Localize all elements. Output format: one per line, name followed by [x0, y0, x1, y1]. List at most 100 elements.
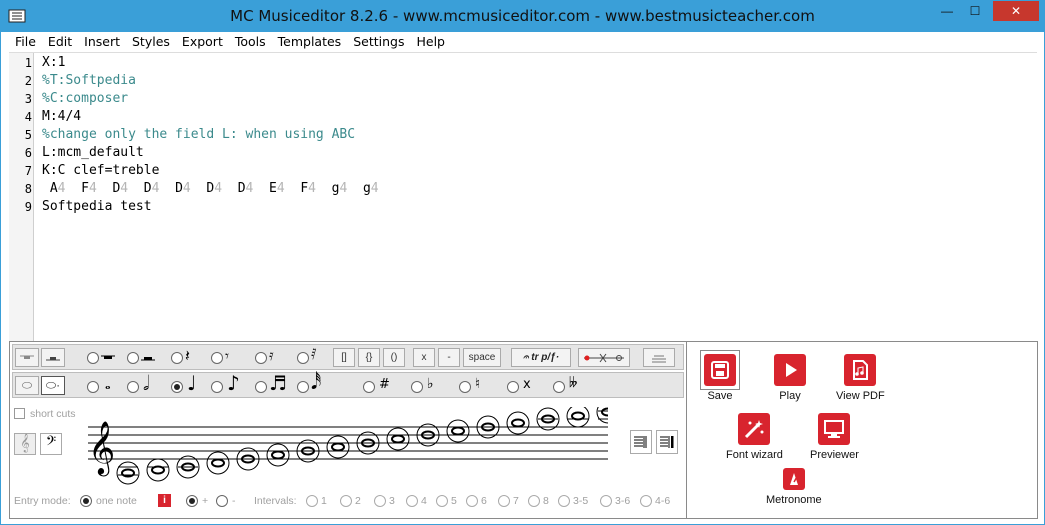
view-pdf-button[interactable]: View PDF [836, 354, 885, 402]
half-rest-button[interactable] [41, 348, 65, 367]
menu-help[interactable]: Help [410, 32, 451, 52]
interval-radio-3-5[interactable] [558, 495, 570, 507]
editor-line: 4 M:4/4 [9, 108, 1029, 126]
barline-button[interactable] [630, 430, 652, 454]
line-text: K:C clef=treble [42, 163, 160, 178]
bass-clef-button[interactable]: 𝄢 [40, 433, 62, 455]
quarter-note-icon: ♩ [187, 371, 197, 395]
menu-file[interactable]: File [9, 32, 42, 52]
plus-radio[interactable] [186, 495, 198, 507]
rest-radio-6[interactable] [297, 352, 309, 364]
previewer-button[interactable]: Previewer [810, 413, 859, 461]
interval-radio-4[interactable] [406, 495, 418, 507]
abc-text-editor[interactable]: 1 X:1 2 %T:Softpedia 3 %C:composer 4 M:4… [9, 52, 1037, 341]
editor-line: 6 L:mcm_default [9, 144, 1029, 162]
accidental-radio-flat[interactable] [411, 381, 423, 393]
tie-slur-button[interactable] [578, 348, 630, 367]
whole-rest-button[interactable] [15, 348, 39, 367]
rest-radio-5[interactable] [255, 352, 267, 364]
note-radio-half[interactable] [127, 381, 139, 393]
font-wizard-button[interactable]: Font wizard [726, 413, 783, 461]
interval-radio-3-6[interactable] [600, 495, 612, 507]
space-button[interactable]: space [463, 348, 501, 367]
minimize-button[interactable]: — [934, 1, 960, 21]
save-button[interactable]: Save [700, 350, 740, 402]
half-note-icon: 𝅗𝅥 [143, 371, 150, 395]
intervals-label: Intervals: [254, 495, 297, 507]
staff-note [146, 458, 170, 482]
minus-radio[interactable] [216, 495, 228, 507]
dash-button[interactable]: - [438, 348, 460, 367]
interval-radio-4-6[interactable] [640, 495, 652, 507]
note-radio-quarter[interactable] [171, 381, 183, 393]
accidental-radio-doublesharp[interactable] [507, 381, 519, 393]
interval-label-6: 6 [481, 495, 487, 507]
metronome-button[interactable]: Metronome [766, 468, 822, 506]
info-icon[interactable]: i [158, 494, 171, 507]
thirtysecond-note-icon: 𝅘𝅥𝅰 [311, 370, 322, 394]
rest-radio-2[interactable] [127, 352, 139, 364]
note-radio-eighth[interactable] [211, 381, 223, 393]
line-number: 7 [24, 164, 32, 178]
title-bar: MC Musiceditor 8.2.6 - www.mcmusiceditor… [1, 1, 1044, 32]
interval-radio-8[interactable] [528, 495, 540, 507]
interval-radio-1[interactable] [306, 495, 318, 507]
maximize-button[interactable]: ☐ [962, 1, 988, 21]
menu-tools[interactable]: Tools [229, 32, 272, 52]
menu-insert[interactable]: Insert [78, 32, 126, 52]
whole-rest-icon [101, 355, 115, 359]
menu-export[interactable]: Export [176, 32, 229, 52]
note-letter: F [300, 181, 309, 196]
treble-clef-button[interactable]: 𝄞 [14, 433, 36, 455]
note-duration: 4 [339, 181, 348, 196]
save-frame [700, 350, 740, 390]
note-sequence: A4 F4 D4 D4 D4 D4 D4 E4 F4 g4 g4 [42, 180, 379, 198]
interval-radio-2[interactable] [340, 495, 352, 507]
note-radio-thirtysecond[interactable] [297, 381, 309, 393]
x-button[interactable]: x [413, 348, 435, 367]
ornaments-button[interactable]: 𝄐 tr p/ƒ· [511, 348, 571, 367]
one-note-radio[interactable] [80, 495, 92, 507]
font-wizard-label: Font wizard [726, 449, 783, 461]
final-barline-icon [660, 436, 674, 448]
accidental-radio-sharp[interactable] [363, 381, 375, 393]
accidental-radio-doubleflat[interactable] [553, 381, 565, 393]
metronome-label: Metronome [766, 494, 822, 506]
note-letter: E [269, 181, 277, 196]
rest-radio-4[interactable] [211, 352, 223, 364]
note-letter: D [143, 181, 152, 196]
note-radio-sixteenth[interactable] [255, 381, 267, 393]
action-panel: Save Play View PDF Font wizard Previewer… [688, 342, 1038, 518]
menu-styles[interactable]: Styles [126, 32, 176, 52]
editor-line: 5 %change only the field L: when using A… [9, 126, 1029, 144]
note-duration: 4 [182, 181, 191, 196]
menu-edit[interactable]: Edit [42, 32, 78, 52]
note-duration: 4 [120, 181, 129, 196]
accidental-radio-natural[interactable] [459, 381, 471, 393]
thirtysecond-rest-icon: 𝅀 [311, 345, 317, 363]
close-button[interactable]: ✕ [993, 1, 1039, 21]
brackets-button[interactable]: [] [333, 348, 355, 367]
interval-radio-7[interactable] [498, 495, 510, 507]
short-cuts-checkbox[interactable] [14, 408, 25, 419]
menu-templates[interactable]: Templates [272, 32, 348, 52]
note-radio-whole[interactable] [87, 381, 99, 393]
whole-note-button[interactable]: ⬭ [15, 376, 39, 395]
interval-radio-6[interactable] [466, 495, 478, 507]
rest-radio-3[interactable] [171, 352, 183, 364]
staff-note [446, 419, 470, 443]
parens-button[interactable]: () [383, 348, 405, 367]
dotted-note-button[interactable]: ⬭· [41, 376, 65, 395]
format-button[interactable] [643, 348, 675, 367]
interval-radio-3[interactable] [374, 495, 386, 507]
final-barline-button[interactable] [656, 430, 678, 454]
menu-settings[interactable]: Settings [347, 32, 410, 52]
staff-note [266, 443, 290, 467]
rest-radio-1[interactable] [87, 352, 99, 364]
play-button[interactable]: Play [774, 354, 806, 402]
braces-button[interactable]: {} [358, 348, 380, 367]
note-duration: 4 [370, 181, 379, 196]
interval-radio-5[interactable] [436, 495, 448, 507]
note-staff[interactable]: 𝄞 [88, 407, 608, 487]
save-icon [704, 354, 736, 386]
